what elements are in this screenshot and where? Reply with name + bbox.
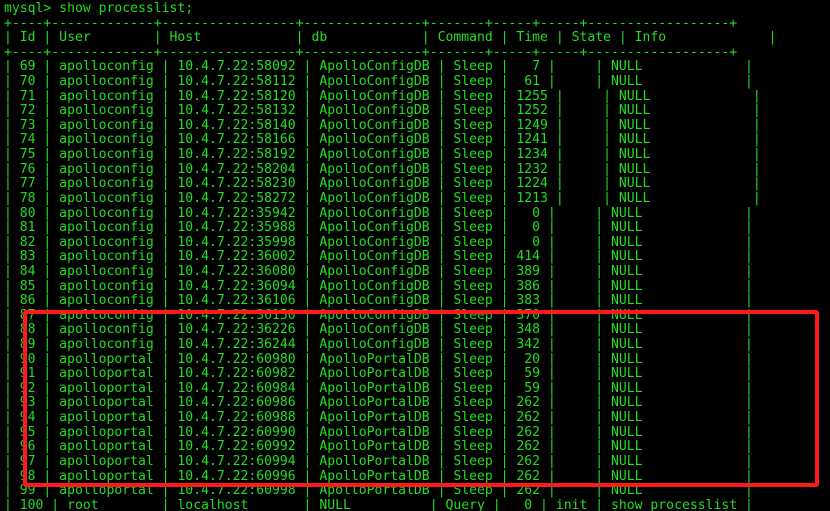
output-line: | 92 | apolloportal | 10.4.7.22:60984 | … — [4, 380, 753, 396]
output-line: | 70 | apolloconfig | 10.4.7.22:58112 | … — [4, 74, 753, 90]
output-line: | 82 | apolloconfig | 10.4.7.22:35998 | … — [4, 234, 753, 250]
output-line: | 95 | apolloportal | 10.4.7.22:60990 | … — [4, 424, 753, 440]
output-line: | 80 | apolloconfig | 10.4.7.22:35942 | … — [4, 205, 753, 221]
output-line: +----+-------------+-----------------+--… — [4, 15, 738, 31]
output-line: | 88 | apolloconfig | 10.4.7.22:36226 | … — [4, 322, 753, 338]
output-line: | 73 | apolloconfig | 10.4.7.22:58140 | … — [4, 117, 761, 133]
output-line: | 89 | apolloconfig | 10.4.7.22:36244 | … — [4, 337, 753, 353]
output-line: | 91 | apolloportal | 10.4.7.22:60982 | … — [4, 366, 753, 382]
output-line: | 97 | apolloportal | 10.4.7.22:60994 | … — [4, 453, 753, 469]
output-line: | 74 | apolloconfig | 10.4.7.22:58166 | … — [4, 132, 761, 148]
output-line: | 83 | apolloconfig | 10.4.7.22:36002 | … — [4, 249, 753, 265]
output-line: | 69 | apolloconfig | 10.4.7.22:58092 | … — [4, 59, 753, 75]
output-line: | 93 | apolloportal | 10.4.7.22:60986 | … — [4, 395, 753, 411]
output-line: | 96 | apolloportal | 10.4.7.22:60992 | … — [4, 439, 753, 455]
output-line: | 90 | apolloportal | 10.4.7.22:60980 | … — [4, 351, 753, 367]
output-line: | 86 | apolloconfig | 10.4.7.22:36106 | … — [4, 293, 753, 309]
output-line: | 94 | apolloportal | 10.4.7.22:60988 | … — [4, 410, 753, 426]
output-line: | 75 | apolloconfig | 10.4.7.22:58192 | … — [4, 147, 761, 163]
output-line: | Id | User | Host | db | Command | Time… — [4, 30, 777, 46]
output-line: | 87 | apolloconfig | 10.4.7.22:36150 | … — [4, 307, 753, 323]
output-line: | 98 | apolloportal | 10.4.7.22:60996 | … — [4, 468, 753, 484]
output-line: | 85 | apolloconfig | 10.4.7.22:36094 | … — [4, 278, 753, 294]
terminal-output[interactable]: mysql> show processlist; +----+----------… — [0, 0, 830, 511]
output-line: | 72 | apolloconfig | 10.4.7.22:58132 | … — [4, 103, 761, 119]
output-line: | 84 | apolloconfig | 10.4.7.22:36080 | … — [4, 263, 753, 279]
output-line: | 99 | apolloportal | 10.4.7.22:60998 | … — [4, 483, 753, 499]
output-line: +----+-------------+-----------------+--… — [4, 44, 738, 60]
output-line: | 81 | apolloconfig | 10.4.7.22:35988 | … — [4, 220, 753, 236]
output-line: | 100 | root | localhost | NULL | Query … — [4, 497, 753, 511]
output-line: | 71 | apolloconfig | 10.4.7.22:58120 | … — [4, 88, 761, 104]
output-line: | 77 | apolloconfig | 10.4.7.22:58230 | … — [4, 176, 761, 192]
output-line: | 78 | apolloconfig | 10.4.7.22:58272 | … — [4, 190, 761, 206]
output-line: | 76 | apolloconfig | 10.4.7.22:58204 | … — [4, 161, 761, 177]
command-line: mysql> show processlist; — [4, 1, 194, 16]
